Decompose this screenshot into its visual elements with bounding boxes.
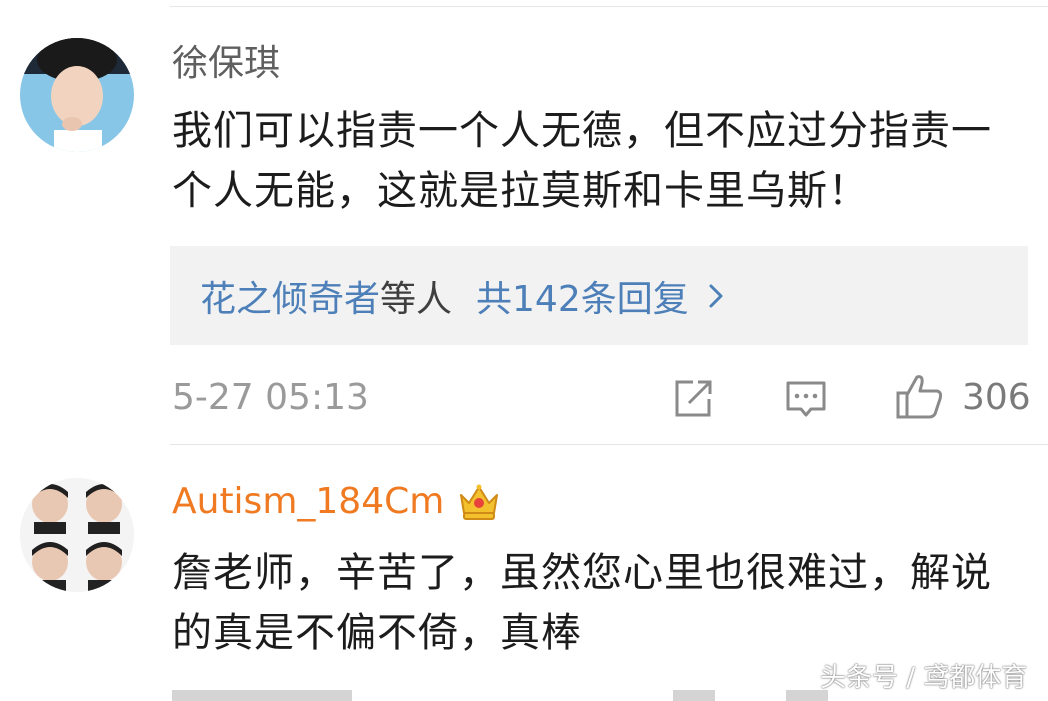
watermark: 头条号 / 鸢都体育 (820, 663, 1028, 693)
like-count: 306 (962, 377, 1031, 418)
reply-icon[interactable] (784, 377, 828, 421)
reply-suffix: 等人 (380, 278, 453, 320)
replies-summary[interactable]: 花之倾奇者 等人 共142条回复 (170, 246, 1028, 345)
comment-list: 徐保琪 我们可以指责一个人无德，但不应过分指责一个人无能，这就是拉莫斯和卡里乌斯… (0, 0, 1048, 701)
avatar[interactable] (20, 478, 134, 592)
username[interactable]: 徐保琪 (172, 42, 280, 86)
username[interactable]: Autism_184Cm (172, 480, 444, 524)
comment-time: 5-27 05:13 (172, 377, 369, 418)
like-icon[interactable] (895, 371, 945, 421)
share-icon[interactable] (673, 690, 715, 701)
reply-names[interactable]: 花之倾奇者 (200, 270, 380, 322)
comment-text: 我们可以指责一个人无德，但不应过分指责一个人无能，这就是拉莫斯和卡里乌斯！ (172, 108, 992, 214)
comment-time (172, 690, 352, 701)
crown-icon (460, 484, 498, 520)
divider (170, 444, 1048, 445)
divider (170, 6, 1048, 7)
chevron-right-icon (709, 284, 723, 307)
comment-text: 詹老师，辛苦了，虽然您心里也很难过，解说的真是不偏不倚，真棒 (172, 550, 992, 656)
reply-count[interactable]: 共142条回复 (476, 270, 689, 322)
share-icon[interactable] (671, 377, 715, 421)
avatar[interactable] (20, 38, 134, 152)
